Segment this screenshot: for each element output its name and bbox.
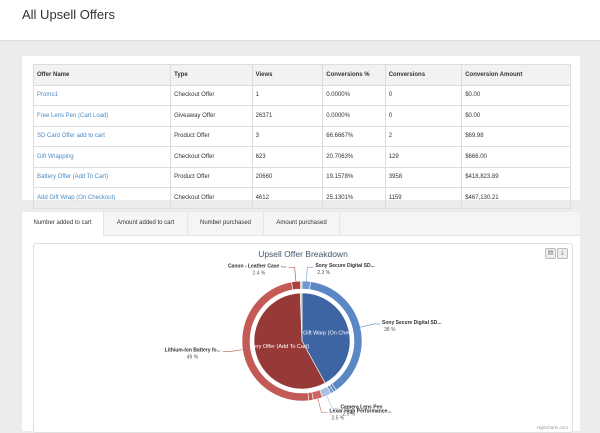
table-cell: $418,823.89 [461,166,571,188]
table-cell: $0.00 [461,105,571,127]
table-cell: $69.98 [461,125,571,147]
table-cell: 623 [251,146,324,168]
table-cell: 1159 [384,187,463,209]
table-cell: 3 [251,125,324,147]
page-title: All Upsell Offers [22,7,115,22]
column-header: Conversions [384,64,463,86]
column-header: Offer Name [32,64,172,86]
offers-panel: Offer Name Type Views Conversions % Conversi… [22,56,580,209]
table-cell: 2 [384,125,463,147]
column-header: Type [170,64,253,86]
column-header: Views [251,64,324,86]
data-label-value: 49 % [187,355,199,361]
data-label-value: 2.5 % [332,415,345,421]
table-cell: 20660 [251,166,324,188]
connector-line [326,395,339,409]
data-label-value: 2.4 % [253,270,266,276]
offer-link[interactable]: Promo1 [37,92,58,98]
table-cell: 66.6667% [322,125,386,147]
inner-slice-label: Battery Offer (Add To Cart) [244,344,309,350]
table-cell: $666.00 [461,146,571,168]
table-cell: 26371 [251,105,324,127]
column-header: Conversion Amount [461,64,571,86]
data-label-name: Sony Secure Digital SD... [382,320,442,326]
table-cell: Gift Wrapping [32,146,172,168]
connector-line [306,266,314,282]
chart-tabs-panel: Number added to cart Amount added to cart… [22,212,580,433]
outer-slice [291,280,302,291]
data-label-value: 38 % [384,327,396,333]
offer-link[interactable]: Free Lens Pen (Cart Load) [37,113,108,119]
offer-link[interactable]: Gift Wrapping [37,154,74,160]
offers-table: Offer Name Type Views Conversions % Conversi… [32,64,571,209]
table-row: Promo1 Checkout Offer 1 0.0000% 0 $0.00 [32,84,571,106]
table-cell: 25.1301% [322,187,386,209]
outer-slice [301,280,311,290]
connector-line [360,323,381,328]
offer-link[interactable]: Add Gift Wrap (On Checkout) [37,195,115,201]
tab-number-added-to-cart[interactable]: Number added to cart [22,212,104,236]
table-row: Add Gift Wrap (On Checkout) Checkout Offe… [32,187,571,209]
table-row: Free Lens Pen (Cart Load) Giveaway Offer 2… [32,105,571,127]
table-cell: 19.1578% [322,166,386,188]
tab-number-purchased[interactable]: Number purchased [188,212,264,235]
table-cell: 0 [384,84,463,106]
table-cell: 3958 [384,166,463,188]
pie-chart: Upsell Offer Breakdown Highcharts.com Add … [165,249,569,430]
connector-line [288,267,297,282]
data-label-name: Lexar High Performance... [330,408,393,414]
table-cell: 0.0000% [322,105,386,127]
data-label-name: Sony Secure Digital SD... [315,263,375,269]
tab-amount-added-to-cart[interactable]: Amount added to cart [104,212,188,235]
table-row: Gift Wrapping Checkout Offer 623 20.7063% 12… [32,146,571,168]
offer-link[interactable]: Battery Offer (Add To Cart) [37,174,108,180]
chart-credit: Highcharts.com [537,425,569,430]
table-cell: $0.00 [461,84,571,106]
table-cell: 0 [384,105,463,127]
table-cell: Add Gift Wrap (On Checkout) [32,187,172,209]
table-cell: 20.7063% [322,146,386,168]
table-cell: Free Lens Pen (Cart Load) [32,105,172,127]
table-header-row: Offer Name Type Views Conversions % Conversi… [32,64,571,86]
offer-link[interactable]: SD Card Offer add to cart [37,133,105,139]
column-header: Conversions % [322,64,386,86]
tab-amount-purchased[interactable]: Amount purchased [264,212,340,235]
table-cell: SD Card Offer add to cart [32,125,172,147]
table-cell: Battery Offer (Add To Cart) [32,166,172,188]
table-cell: Product Offer [170,166,253,188]
connector-line [222,349,243,352]
chart-container: Upsell Offer Breakdown Highcharts.com Add … [33,243,573,433]
data-label-value: 2.3 % [317,270,330,276]
table-cell: 0.0000% [322,84,386,106]
inner-slice-label: Add Gift Warp (On Checkout) [292,330,364,336]
table-cell: Promo1 [32,84,172,106]
export-icon[interactable]: ⤓ [557,248,568,259]
table-row: SD Card Offer add to cart Product Offer 3 6… [32,125,571,147]
table-cell: 1 [251,84,324,106]
table-cell: Checkout Offer [170,187,253,209]
data-label-name: Lithium-Ion Battery fo... [165,348,222,354]
table-cell: Giveaway Offer [170,105,253,127]
table-cell: Product Offer [170,125,253,147]
table-cell: 129 [384,146,463,168]
table-cell: Checkout Offer [170,84,253,106]
data-label-name: Canon - Leather Case -... [228,263,287,269]
tab-bar: Number added to cart Amount added to cart… [22,212,580,236]
page-header: All Upsell Offers [0,0,600,41]
connector-line [317,398,328,413]
chart-title: Upsell Offer Breakdown [258,249,348,259]
table-cell: Checkout Offer [170,146,253,168]
print-icon[interactable]: ▤ [545,248,556,259]
outer-slice [300,280,303,290]
table-cell: $467,130.21 [461,187,571,209]
table-row: Battery Offer (Add To Cart) Product Offer… [32,166,571,188]
table-cell: 4612 [251,187,324,209]
